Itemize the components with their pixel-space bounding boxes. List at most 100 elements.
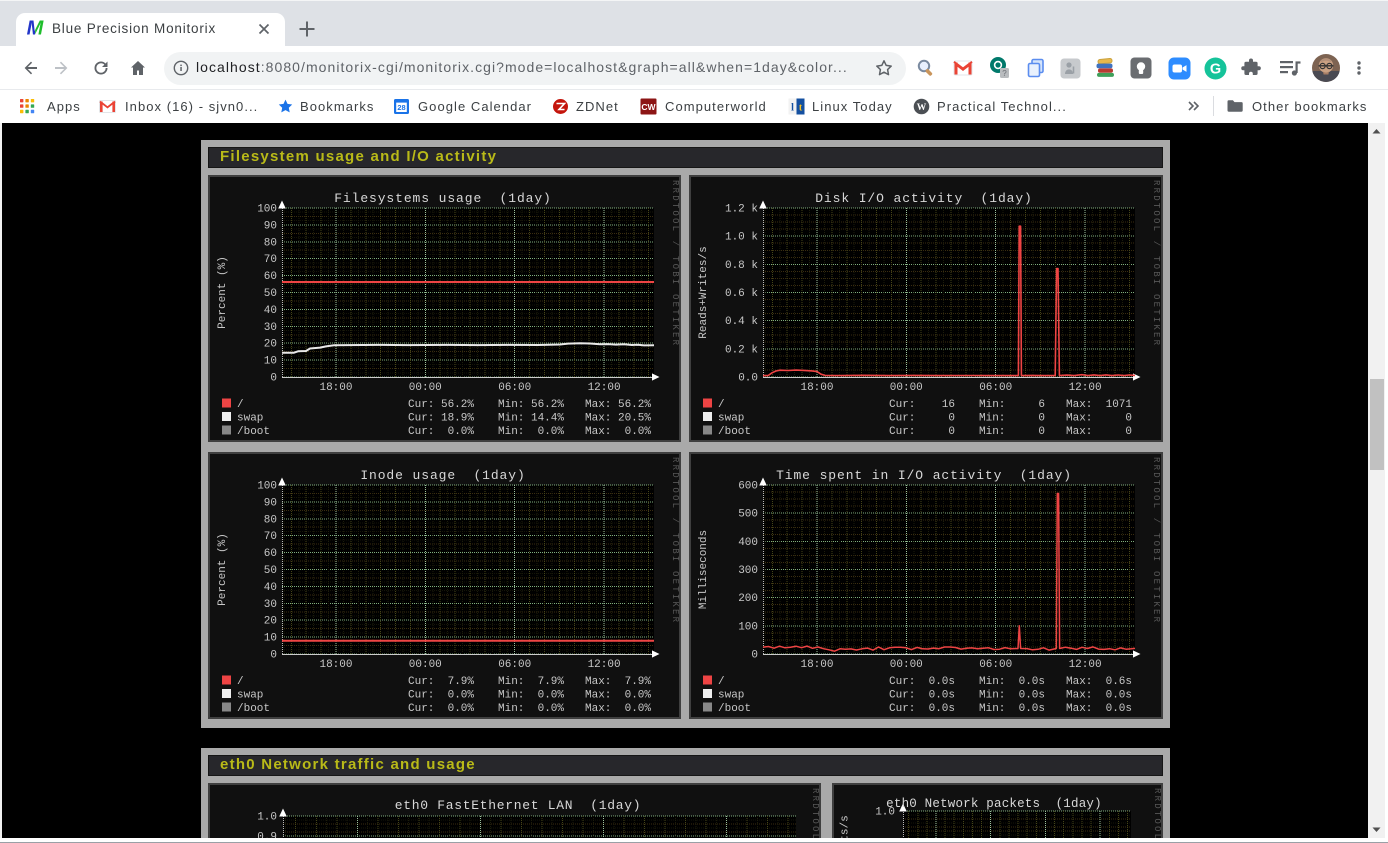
svg-text:0: 0 [948, 413, 955, 425]
svg-text:/boot: /boot [237, 703, 270, 715]
svg-text:RRDTOOL / TOBI OETIKER: RRDTOOL / TOBI OETIKER [1151, 180, 1161, 347]
svg-text:400: 400 [738, 537, 758, 549]
svg-text:0: 0 [1125, 413, 1132, 425]
svg-text:Cur:: Cur: [408, 426, 434, 438]
svg-text:0.6s: 0.6s [1106, 676, 1132, 688]
svg-text:200: 200 [738, 593, 758, 605]
svg-text:40: 40 [264, 582, 277, 594]
svg-text:0.0%: 0.0% [625, 426, 652, 438]
svg-text:/: / [237, 676, 244, 688]
svg-text:CW: CW [641, 102, 656, 112]
svg-text:G: G [1209, 61, 1220, 77]
svg-text:7.9%: 7.9% [448, 676, 475, 688]
svg-text:50: 50 [264, 565, 277, 577]
svg-text:18.9%: 18.9% [441, 413, 474, 425]
svg-text:Min:: Min: [979, 703, 1005, 715]
svg-text:0: 0 [1125, 426, 1132, 438]
svg-text:Percent (%): Percent (%) [217, 533, 229, 606]
svg-text:12:00: 12:00 [1069, 659, 1102, 671]
svg-text:eth0 Network packets (1day): eth0 Network packets (1day) [886, 797, 1102, 811]
svg-text:6: 6 [1038, 399, 1045, 411]
svg-text:swap: swap [237, 413, 263, 425]
svg-text:0.0s: 0.0s [1106, 703, 1132, 715]
svg-text:06:00: 06:00 [979, 659, 1012, 671]
svg-text:1.0 k: 1.0 k [725, 232, 758, 244]
svg-text:30: 30 [264, 322, 277, 334]
svg-text:Disk I/O activity (1day): Disk I/O activity (1day) [815, 191, 1033, 206]
svg-text:0.0: 0.0 [738, 373, 758, 385]
svg-text:Min:: Min: [498, 703, 524, 715]
svg-text:Min:: Min: [498, 413, 524, 425]
svg-text:20.5%: 20.5% [618, 413, 651, 425]
svg-text:Max:: Max: [585, 703, 611, 715]
svg-text:Max:: Max: [1066, 399, 1092, 411]
svg-text:100: 100 [257, 481, 277, 493]
svg-text:0: 0 [270, 650, 277, 662]
svg-text:Max:: Max: [1066, 690, 1092, 702]
svg-text:Min:: Min: [498, 426, 524, 438]
svg-text:0: 0 [1038, 426, 1045, 438]
svg-text:swap: swap [237, 690, 263, 702]
svg-text:1.0: 1.0 [257, 812, 277, 824]
svg-text:/boot: /boot [237, 426, 270, 438]
svg-text:0.0%: 0.0% [538, 426, 565, 438]
svg-text:Max:: Max: [1066, 703, 1092, 715]
svg-text:20: 20 [264, 339, 277, 351]
svg-text:W: W [916, 103, 926, 113]
svg-text:0: 0 [1038, 413, 1045, 425]
svg-text:1.2 k: 1.2 k [725, 204, 758, 216]
svg-text:eth0 FastEthernet LAN (1day): eth0 FastEthernet LAN (1day) [395, 798, 642, 813]
svg-text:0: 0 [948, 426, 955, 438]
svg-text:0.0s: 0.0s [929, 676, 955, 688]
svg-text:100: 100 [257, 204, 277, 216]
svg-text:0.0%: 0.0% [625, 703, 652, 715]
svg-text:Cur:: Cur: [889, 426, 915, 438]
svg-text:80: 80 [264, 237, 277, 249]
svg-text:l: l [791, 102, 794, 113]
svg-text:/: / [718, 676, 725, 688]
svg-text:Cur:: Cur: [408, 676, 434, 688]
svg-text:Percent (%): Percent (%) [217, 256, 229, 329]
svg-text:70: 70 [264, 254, 277, 266]
svg-text:100: 100 [738, 621, 758, 633]
svg-text:40: 40 [264, 305, 277, 317]
svg-text:swap: swap [718, 413, 744, 425]
svg-text:Packets/s: Packets/s [840, 815, 852, 838]
svg-text:swap: swap [718, 690, 744, 702]
svg-text:90: 90 [264, 497, 277, 509]
svg-text:0.4 k: 0.4 k [725, 316, 758, 328]
svg-text:Max:: Max: [585, 413, 611, 425]
svg-text:0: 0 [751, 650, 758, 662]
svg-text:06:00: 06:00 [979, 382, 1012, 394]
svg-text:12:00: 12:00 [1069, 382, 1102, 394]
svg-text:60: 60 [264, 271, 277, 283]
svg-text:0.0%: 0.0% [625, 690, 652, 702]
svg-text:RRDTOOL / TOBI OETIKER: RRDTOOL / TOBI OETIKER [670, 457, 680, 624]
svg-text:1071: 1071 [1106, 399, 1133, 411]
svg-text:Max:: Max: [1066, 676, 1092, 688]
svg-text:Max:: Max: [1066, 426, 1092, 438]
svg-text:Time spent in I/O activity (1: Time spent in I/O activity (1day) [776, 468, 1072, 483]
svg-text:0.0%: 0.0% [538, 690, 565, 702]
svg-text:06:00: 06:00 [498, 382, 531, 394]
svg-text:0.0s: 0.0s [1019, 690, 1045, 702]
svg-text:Min:: Min: [498, 399, 524, 411]
svg-text:28: 28 [397, 102, 405, 111]
svg-text:Min:: Min: [979, 426, 1005, 438]
svg-text:56.2%: 56.2% [531, 399, 564, 411]
svg-text:30: 30 [264, 599, 277, 611]
svg-text:0.2 k: 0.2 k [725, 344, 758, 356]
svg-text:Reads+Writes/s: Reads+Writes/s [698, 246, 710, 338]
svg-text:Max:: Max: [585, 690, 611, 702]
svg-text:70: 70 [264, 531, 277, 543]
svg-text:18:00: 18:00 [800, 382, 833, 394]
svg-text:00:00: 00:00 [409, 659, 442, 671]
svg-text:500: 500 [738, 509, 758, 521]
svg-text:Cur:: Cur: [408, 399, 434, 411]
svg-text:/: / [718, 399, 725, 411]
svg-text:12:00: 12:00 [588, 382, 621, 394]
svg-text:Min:: Min: [979, 676, 1005, 688]
svg-text:Filesystems usage (1day): Filesystems usage (1day) [334, 191, 552, 206]
svg-text:0: 0 [270, 373, 277, 385]
svg-text:18:00: 18:00 [319, 382, 352, 394]
